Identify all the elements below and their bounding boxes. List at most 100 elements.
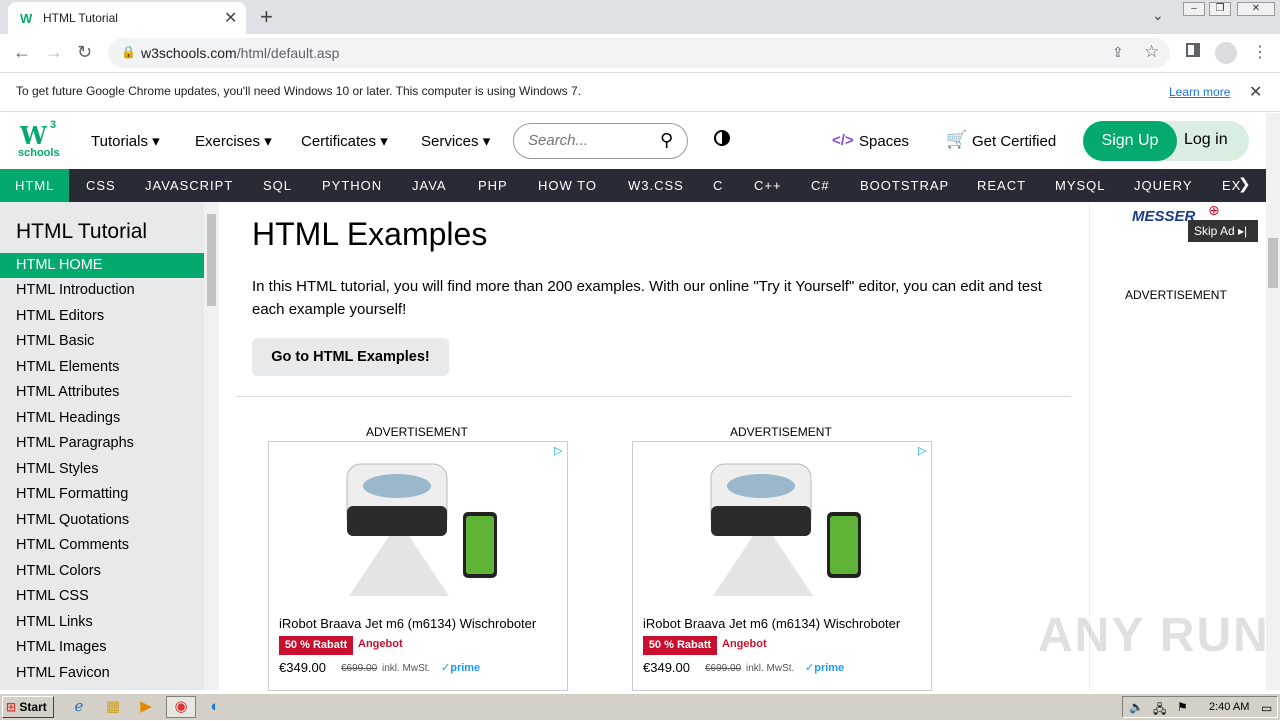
volume-icon[interactable]: 🔈 bbox=[1129, 700, 1144, 714]
browser-tab[interactable]: W HTML Tutorial ✕ bbox=[8, 2, 246, 34]
exercises-menu[interactable]: Exercises ▾ bbox=[195, 132, 272, 150]
window-close-icon[interactable]: ✕ bbox=[1237, 2, 1275, 16]
sidebar-scrollbar-thumb[interactable] bbox=[207, 214, 216, 306]
bookmark-star-icon[interactable]: ☆ bbox=[1144, 42, 1159, 62]
sidebar-scrollbar[interactable] bbox=[204, 202, 219, 690]
log-in-button[interactable]: Log in bbox=[1184, 131, 1228, 149]
file-explorer-icon[interactable]: ▦ bbox=[103, 697, 123, 717]
sidebar-item[interactable]: HTML Introduction bbox=[0, 278, 204, 303]
sidebar-item[interactable]: HTML Editors bbox=[0, 304, 204, 329]
topnav-csharp[interactable]: C# bbox=[811, 169, 830, 202]
profile-avatar-icon[interactable] bbox=[1215, 42, 1237, 64]
sidebar-item[interactable]: HTML Headings bbox=[0, 406, 204, 431]
back-icon[interactable]: ← bbox=[13, 42, 31, 63]
new-tab-icon[interactable]: + bbox=[260, 4, 273, 30]
sidebar-item[interactable]: HTML Links bbox=[0, 610, 204, 635]
action-center-flag-icon[interactable]: ⚑ bbox=[1177, 700, 1188, 714]
ad-title[interactable]: iRobot Braava Jet m6 (m6134) Wischrobote… bbox=[279, 616, 559, 631]
lock-icon[interactable]: 🔒 bbox=[121, 45, 136, 59]
sidebar-item[interactable]: HTML CSS bbox=[0, 584, 204, 609]
sidebar-item[interactable]: HTML Attributes bbox=[0, 380, 204, 405]
topnav-python[interactable]: PYTHON bbox=[322, 169, 382, 202]
topnav-c[interactable]: C bbox=[713, 169, 723, 202]
w3schools-favicon-icon: W bbox=[20, 11, 33, 26]
dark-mode-toggle-icon[interactable] bbox=[714, 130, 730, 146]
chrome-taskbar-icon[interactable]: ◉ bbox=[166, 696, 196, 718]
topnav-howto[interactable]: HOW TO bbox=[538, 169, 597, 202]
sidebar-item[interactable]: HTML Formatting bbox=[0, 482, 204, 507]
internet-explorer-icon[interactable]: ℯ bbox=[69, 697, 89, 717]
minimize-icon[interactable]: – bbox=[1183, 2, 1205, 16]
topnav-bootstrap[interactable]: BOOTSTRAP bbox=[860, 169, 949, 202]
clock[interactable]: 2:40 AM bbox=[1209, 701, 1249, 713]
infobar-close-icon[interactable]: ✕ bbox=[1249, 82, 1262, 102]
messer-ad-logo[interactable]: MESSER bbox=[1132, 208, 1195, 225]
robot-product-image bbox=[710, 463, 861, 596]
topnav-react[interactable]: REACT bbox=[977, 169, 1026, 202]
adchoices-icon[interactable]: ▷ bbox=[918, 444, 926, 457]
search-icon[interactable]: ⚲ bbox=[660, 130, 673, 151]
sidebar-item[interactable]: HTML Colors bbox=[0, 559, 204, 584]
topnav-jquery[interactable]: JQUERY bbox=[1134, 169, 1193, 202]
edge-icon[interactable]: ◐ bbox=[205, 697, 225, 717]
sidebar-item-html-home[interactable]: HTML HOME bbox=[0, 253, 204, 278]
spaces-link[interactable]: Spaces bbox=[859, 133, 909, 150]
sidebar-item[interactable]: HTML Favicon bbox=[0, 661, 204, 686]
tab-strip: W HTML Tutorial ✕ + ⌄ – ❐ ✕ bbox=[0, 0, 1280, 34]
anyrun-watermark: ANY RUN bbox=[1038, 609, 1270, 662]
go-to-examples-button[interactable]: Go to HTML Examples! bbox=[252, 338, 449, 376]
topnav-java[interactable]: JAVA bbox=[412, 169, 447, 202]
search-box[interactable]: ⚲ bbox=[513, 123, 688, 159]
topnav-mysql[interactable]: MYSQL bbox=[1055, 169, 1106, 202]
sign-up-button[interactable]: Sign Up bbox=[1083, 121, 1177, 161]
ad-card[interactable]: ▷ iRobot Braava Jet m6 (m6134) Wischrobo… bbox=[268, 441, 568, 691]
page-scrollbar-thumb[interactable] bbox=[1268, 238, 1278, 288]
update-infobar: To get future Google Chrome updates, you… bbox=[0, 72, 1280, 112]
topnav-w3css[interactable]: W3.CSS bbox=[628, 169, 684, 202]
skip-ad-button[interactable]: Skip Ad ▸| bbox=[1188, 220, 1258, 242]
chrome-menu-icon[interactable]: ⋮ bbox=[1252, 42, 1268, 62]
chevron-right-icon[interactable]: ❯ bbox=[1238, 175, 1251, 193]
network-icon[interactable]: 🖧 bbox=[1153, 700, 1166, 721]
reload-icon[interactable]: ↻ bbox=[77, 42, 92, 63]
learn-more-link[interactable]: Learn more bbox=[1169, 85, 1230, 99]
sidebar-item[interactable]: HTML Styles bbox=[0, 457, 204, 482]
tutorials-menu[interactable]: Tutorials ▾ bbox=[91, 132, 160, 150]
get-certified-link[interactable]: Get Certified bbox=[972, 133, 1056, 150]
topnav-html[interactable]: HTML bbox=[15, 169, 54, 202]
taskbar: ⊞ Start ℯ ▦ ▶ ◉ ◐ 🔈 🖧 ⚑ 2:40 AM ▭ bbox=[0, 693, 1280, 720]
topnav-php[interactable]: PHP bbox=[478, 169, 508, 202]
ad-title[interactable]: iRobot Braava Jet m6 (m6134) Wischrobote… bbox=[643, 616, 923, 631]
ad-label: ADVERTISEMENT bbox=[1125, 288, 1227, 302]
search-input[interactable] bbox=[528, 132, 648, 149]
sidebar-item[interactable]: HTML Basic bbox=[0, 329, 204, 354]
ad-card[interactable]: ▷ iRobot Braava Jet m6 (m6134) Wischrobo… bbox=[632, 441, 932, 691]
close-tab-icon[interactable]: ✕ bbox=[224, 8, 237, 28]
topnav-sql[interactable]: SQL bbox=[263, 169, 292, 202]
restore-icon[interactable]: ❐ bbox=[1209, 2, 1231, 16]
offer-label: Angebot bbox=[358, 638, 403, 650]
page-heading: HTML Examples bbox=[252, 216, 488, 252]
sidebar-item[interactable]: HTML Paragraphs bbox=[0, 431, 204, 456]
forward-icon[interactable]: → bbox=[45, 42, 63, 63]
side-panel-icon[interactable] bbox=[1186, 43, 1200, 57]
topnav-cpp[interactable]: C++ bbox=[754, 169, 782, 202]
page-scrollbar[interactable] bbox=[1266, 113, 1280, 690]
sidebar-item[interactable]: HTML Comments bbox=[0, 533, 204, 558]
ad-tax-note: inkl. MwSt. bbox=[382, 663, 431, 674]
sidebar-item[interactable]: HTML Images bbox=[0, 635, 204, 660]
sidebar-item[interactable]: HTML Elements bbox=[0, 355, 204, 380]
show-desktop-icon[interactable]: ▭ bbox=[1261, 701, 1272, 715]
services-menu[interactable]: Services ▾ bbox=[421, 132, 490, 150]
address-bar[interactable]: 🔒 w3schools.com/html/default.asp ⇪ ☆ bbox=[108, 38, 1170, 68]
tab-search-chevron-icon[interactable]: ⌄ bbox=[1152, 7, 1164, 24]
topnav-css[interactable]: CSS bbox=[86, 169, 116, 202]
share-icon[interactable]: ⇪ bbox=[1112, 44, 1124, 61]
certificates-menu[interactable]: Certificates ▾ bbox=[301, 132, 388, 150]
topnav-javascript[interactable]: JAVASCRIPT bbox=[145, 169, 233, 202]
w3schools-logo[interactable]: W 3 schools bbox=[18, 119, 60, 161]
media-player-icon[interactable]: ▶ bbox=[136, 697, 156, 717]
start-button[interactable]: ⊞ Start bbox=[2, 696, 54, 718]
sidebar-item[interactable]: HTML Quotations bbox=[0, 508, 204, 533]
adchoices-icon[interactable]: ▷ bbox=[554, 444, 562, 457]
